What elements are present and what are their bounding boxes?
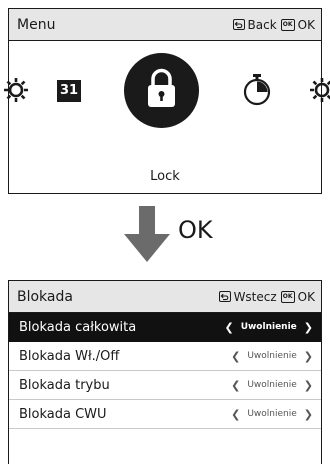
gear-icon[interactable]: [307, 75, 330, 105]
back-hint[interactable]: Wstecz: [218, 289, 277, 304]
menu-panel: Menu Back OK OK 31 Lock: [4, 8, 330, 194]
menu-header-hints: Back OK OK: [232, 17, 315, 32]
ok-label: OK: [297, 289, 315, 304]
ok-key-icon: OK: [280, 18, 295, 31]
transition-area: OK: [0, 206, 330, 266]
lock-header: Blokada Wstecz OK OK: [9, 281, 321, 313]
row-value-text: Uwolnienie: [247, 409, 297, 419]
row-value-text: Uwolnienie: [247, 351, 297, 361]
menu-header: Menu Back OK OK: [9, 9, 321, 41]
row-label: Blokada Wł./Off: [19, 348, 120, 364]
row-value[interactable]: ❮ Uwolnienie ❯: [231, 379, 313, 392]
calendar-icon[interactable]: 31: [57, 80, 81, 102]
ok-hint[interactable]: OK OK: [280, 17, 315, 32]
row-value[interactable]: ❮ Uwolnienie ❯: [224, 321, 313, 334]
list-item[interactable]: Blokada trybu ❮ Uwolnienie ❯: [9, 371, 321, 400]
transition-label: OK: [178, 216, 213, 244]
calendar-number: 31: [59, 83, 79, 98]
menu-title: Menu: [17, 16, 56, 33]
list-item[interactable]: Blokada Wł./Off ❮ Uwolnienie ❯: [9, 342, 321, 371]
empty-row: [9, 429, 321, 451]
selected-menu-label: Lock: [150, 169, 180, 184]
lock-title: Blokada: [17, 288, 73, 305]
list-item[interactable]: Blokada całkowita ❮ Uwolnienie ❯: [9, 313, 321, 342]
menu-carousel: 31 Lock: [4, 41, 330, 193]
lock-icon[interactable]: [124, 53, 199, 128]
chevron-right-icon[interactable]: ❯: [304, 408, 313, 421]
chevron-right-icon[interactable]: ❯: [304, 379, 313, 392]
timer-icon[interactable]: [242, 73, 272, 107]
row-value-text: Uwolnienie: [240, 322, 297, 332]
down-arrow-icon: [124, 206, 170, 262]
chevron-right-icon[interactable]: ❯: [304, 350, 313, 363]
ok-hint[interactable]: OK OK: [280, 289, 315, 304]
row-label: Blokada trybu: [19, 377, 110, 393]
chevron-left-icon[interactable]: ❮: [231, 408, 240, 421]
back-label: Back: [247, 17, 277, 32]
lock-settings-panel: Blokada Wstecz OK OK Blokada całkowita ❮…: [8, 280, 322, 464]
ok-label: OK: [297, 17, 315, 32]
back-label: Wstecz: [233, 289, 277, 304]
gear-icon[interactable]: [1, 75, 31, 105]
back-key-icon: [218, 291, 231, 302]
back-key-icon: [232, 19, 245, 30]
row-label: Blokada CWU: [19, 406, 107, 422]
row-value-text: Uwolnienie: [247, 380, 297, 390]
chevron-right-icon[interactable]: ❯: [304, 321, 313, 334]
list-item[interactable]: Blokada CWU ❮ Uwolnienie ❯: [9, 400, 321, 429]
row-label: Blokada całkowita: [19, 319, 137, 335]
row-value[interactable]: ❮ Uwolnienie ❯: [231, 408, 313, 421]
chevron-left-icon[interactable]: ❮: [231, 379, 240, 392]
chevron-left-icon[interactable]: ❮: [224, 321, 233, 334]
ok-key-icon: OK: [280, 290, 295, 303]
lock-header-hints: Wstecz OK OK: [218, 289, 315, 304]
chevron-left-icon[interactable]: ❮: [231, 350, 240, 363]
back-hint[interactable]: Back: [232, 17, 277, 32]
row-value[interactable]: ❮ Uwolnienie ❯: [231, 350, 313, 363]
